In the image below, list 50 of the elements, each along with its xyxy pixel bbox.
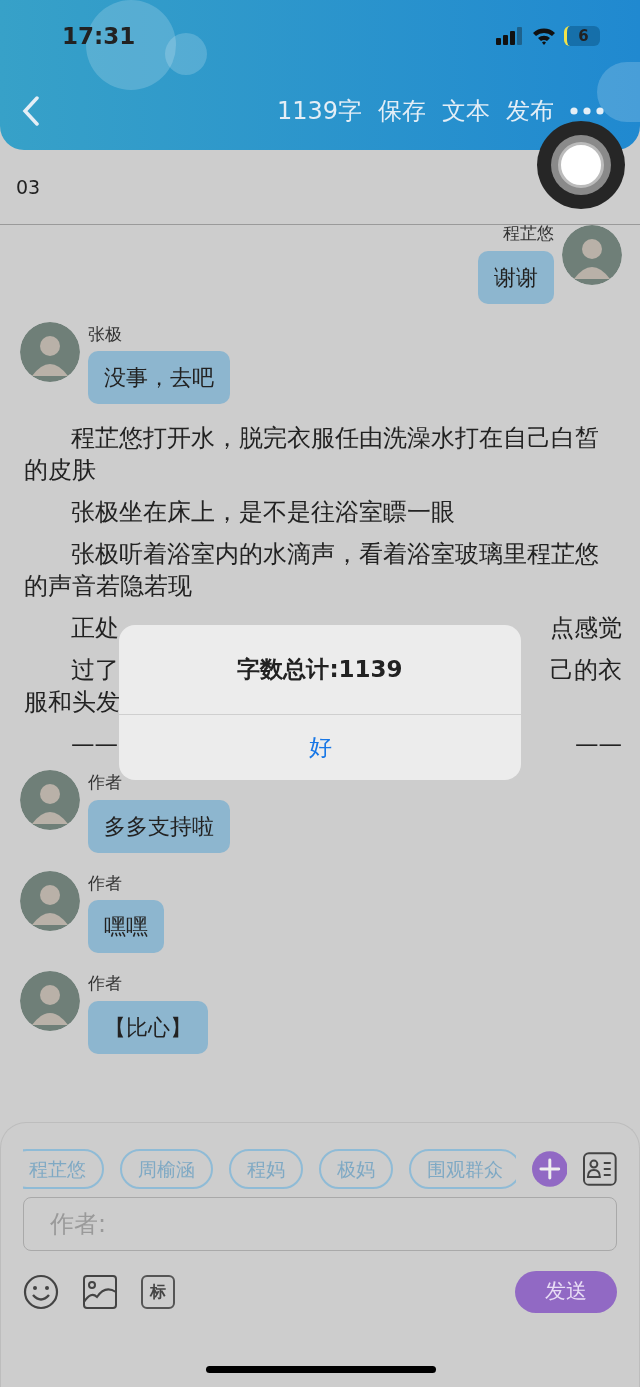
role-chip[interactable]: 周榆涵 (120, 1149, 213, 1189)
bubble-decoration (597, 62, 640, 122)
send-button[interactable]: 发送 (515, 1271, 617, 1313)
chapter-title[interactable]: 03 (16, 172, 41, 202)
image-icon[interactable] (83, 1275, 117, 1309)
avatar-icon (20, 971, 80, 1031)
avatar-icon (20, 321, 80, 382)
story-text: 过了 (71, 655, 119, 686)
message-bubble: 谢谢 (478, 250, 554, 304)
ok-button[interactable]: 好 (119, 715, 521, 780)
emoji-icon[interactable] (23, 1274, 59, 1310)
message-bubble: 嘿嘿 (88, 900, 164, 953)
message-bubble: 没事，去吧 (88, 351, 230, 404)
signal-icon (496, 27, 524, 45)
nav-action[interactable]: 发布 (506, 93, 554, 129)
add-icon[interactable] (531, 1151, 568, 1187)
back-icon[interactable] (22, 96, 40, 126)
sender-name: 作者 (88, 771, 122, 794)
sender-name: 作者 (88, 871, 122, 895)
message-bubble: 【比心】 (88, 1000, 208, 1054)
avatar-icon (20, 770, 80, 830)
sender-name: 张极 (88, 322, 122, 346)
story-text: 服和头发 (24, 687, 120, 718)
story-paragraph: 张极听着浴室内的水滴声，看着浴室玻璃里程芷悠的声音若隐若现 (24, 539, 600, 602)
avatar-icon (20, 870, 80, 931)
story-paragraph: 张极坐在床上，是不是往浴室瞟一眼 (70, 497, 456, 528)
avatar-icon (562, 225, 622, 285)
contact-card-icon[interactable] (583, 1152, 617, 1186)
dialog-title: 字数总计:1139 (237, 655, 403, 685)
tag-button[interactable]: 标 (141, 1275, 175, 1309)
nav-action[interactable]: 保存 (378, 93, 426, 129)
wifi-icon (532, 27, 556, 45)
nav-action[interactable]: 文本 (442, 93, 490, 129)
story-text: —— (71, 729, 118, 760)
role-chip[interactable]: 程妈 (229, 1149, 303, 1189)
story-text: 己的衣 (550, 655, 622, 686)
more-icon[interactable] (570, 107, 604, 115)
role-chip[interactable]: 程芷悠 (23, 1149, 104, 1189)
role-chip[interactable]: 极妈 (319, 1149, 393, 1189)
battery-level: 6 (564, 26, 600, 46)
story-text: 正处 (71, 613, 119, 644)
message-bubble: 多多支持啦 (88, 799, 230, 853)
role-chip[interactable]: 围观群众 (409, 1149, 516, 1189)
story-text: —— (575, 729, 622, 760)
sender-name: 程芷悠 (503, 222, 554, 245)
nav-action[interactable]: 1139字 (276, 93, 362, 129)
status-time: 17:31 (62, 21, 136, 51)
story-paragraph: 程芷悠打开水，脱完衣服任由洗澡水打在自己白皙的皮肤 (24, 423, 600, 486)
sender-name: 作者 (88, 972, 122, 995)
story-text: 点感觉 (550, 613, 622, 644)
